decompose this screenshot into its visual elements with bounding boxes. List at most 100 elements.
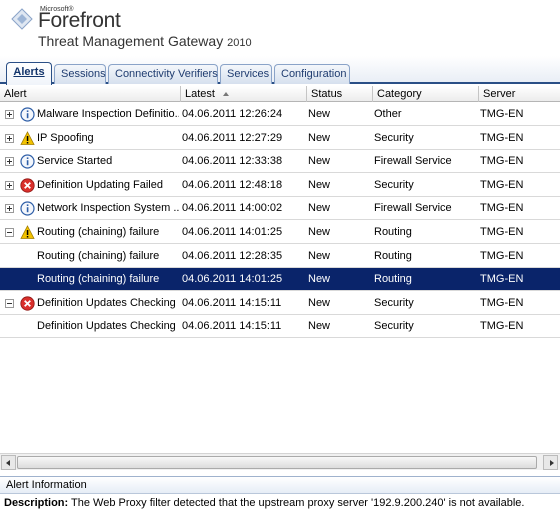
forefront-logo-icon (11, 8, 33, 30)
error-icon (20, 178, 35, 193)
cell-server: TMG-EN (480, 178, 524, 191)
tab-sessions[interactable]: Sessions (54, 64, 106, 84)
cell-server: TMG-EN (480, 108, 524, 120)
alert-row[interactable]: Definition Updates Checking ... 04.06.201… (0, 315, 560, 339)
column-header-alert[interactable]: Alert (0, 86, 181, 102)
cell-server: TMG-EN (480, 296, 524, 309)
cell-status: New (308, 178, 331, 191)
alert-information-title: Alert Information (0, 477, 560, 494)
cell-alert: IP Spoofing (37, 131, 94, 144)
arrow-right-icon (550, 460, 554, 466)
product-subtitle-text: Threat Management Gateway (38, 33, 224, 49)
warning-icon (20, 130, 35, 145)
scroll-right-button[interactable] (543, 455, 558, 470)
cell-alert: Routing (chaining) failure (37, 226, 160, 238)
grid-header: Alert Latest Status Category Server (0, 86, 560, 102)
cell-latest: 04.06.2011 14:01:25 (182, 273, 283, 286)
cell-alert: Definition Updates Checking ... (37, 320, 179, 333)
tab-connectivity-verifiers[interactable]: Connectivity Verifiers (108, 64, 218, 84)
cell-server: TMG-EN (480, 155, 524, 168)
cell-latest: 04.06.2011 12:27:29 (182, 131, 283, 144)
cell-alert: Network Inspection System ... (37, 202, 179, 215)
cell-category: Security (374, 320, 414, 333)
alert-row[interactable]: Routing (chaining) failure 04.06.2011 12:… (0, 245, 560, 268)
cell-status: New (308, 131, 331, 144)
tab-configuration[interactable]: Configuration (274, 64, 350, 84)
alert-description: Description: The Web Proxy filter detect… (4, 497, 524, 509)
column-header-latest[interactable]: Latest (181, 86, 307, 102)
alert-row-selected[interactable]: Routing (chaining) failure 04.06.2011 14:… (0, 268, 560, 292)
product-subtitle: Threat Management Gateway 2010 (38, 33, 252, 49)
column-header-latest-label: Latest (185, 88, 215, 100)
cell-server: TMG-EN (480, 131, 524, 144)
column-header-server[interactable]: Server (479, 86, 560, 102)
error-icon (20, 296, 35, 311)
collapse-icon[interactable] (5, 228, 14, 237)
cell-alert: Routing (chaining) failure (37, 249, 160, 262)
cell-alert: Definition Updating Failed (37, 178, 163, 191)
sort-ascending-icon (222, 92, 229, 96)
product-year: 2010 (227, 37, 252, 49)
product-name: Forefront (38, 9, 121, 32)
cell-category: Routing (374, 249, 412, 262)
horizontal-scrollbar[interactable] (0, 453, 560, 470)
info-icon (20, 107, 35, 122)
expand-icon[interactable] (5, 110, 14, 119)
alert-row[interactable]: Service Started 04.06.2011 12:33:38 New Fir… (0, 150, 560, 174)
cell-alert: Routing (chaining) failure (37, 273, 160, 286)
cell-category: Other (374, 108, 402, 120)
alert-row[interactable]: Routing (chaining) failure 04.06.2011 14:… (0, 221, 560, 244)
cell-category: Firewall Service (374, 202, 452, 215)
cell-server: TMG-EN (480, 202, 524, 215)
cell-status: New (308, 249, 331, 262)
cell-latest: 04.06.2011 12:26:24 (182, 108, 283, 120)
scrollbar-thumb[interactable] (17, 456, 537, 469)
cell-latest: 04.06.2011 14:15:11 (182, 320, 282, 333)
cell-server: TMG-EN (480, 249, 524, 262)
info-icon (20, 201, 35, 216)
cell-alert: Malware Inspection Definitio... (37, 108, 179, 120)
arrow-left-icon (6, 460, 10, 466)
dashboard-tabs: Alerts Sessions Connectivity Verifiers S… (0, 56, 560, 85)
alert-row[interactable]: Malware Inspection Definitio... 04.06.201… (0, 103, 560, 126)
alert-information-pane: Alert Information Description: The Web P… (0, 476, 560, 520)
description-label: Description: (4, 497, 69, 509)
column-header-category[interactable]: Category (373, 86, 479, 102)
alert-row[interactable]: Definition Updating Failed 04.06.2011 12:… (0, 174, 560, 197)
cell-status: New (308, 108, 331, 120)
cell-status: New (308, 273, 331, 286)
cell-category: Security (374, 178, 414, 191)
cell-status: New (308, 296, 331, 309)
cell-latest: 04.06.2011 12:33:38 (182, 155, 283, 168)
description-text: The Web Proxy filter detected that the u… (68, 497, 525, 509)
scroll-left-button[interactable] (1, 455, 16, 470)
alert-row[interactable]: Network Inspection System ... 04.06.2011 … (0, 197, 560, 221)
cell-status: New (308, 202, 331, 215)
alert-row[interactable]: Definition Updates Checking ... 04.06.201… (0, 292, 560, 315)
cell-latest: 04.06.2011 14:00:02 (182, 202, 283, 215)
cell-latest: 04.06.2011 12:48:18 (182, 178, 283, 191)
cell-server: TMG-EN (480, 320, 524, 333)
expand-icon[interactable] (5, 157, 14, 167)
expand-icon[interactable] (5, 133, 14, 143)
cell-latest: 04.06.2011 14:15:11 (182, 296, 282, 309)
alert-row[interactable]: IP Spoofing 04.06.2011 12:27:29 New Securit… (0, 127, 560, 150)
cell-latest: 04.06.2011 12:28:35 (182, 249, 283, 262)
collapse-icon[interactable] (5, 298, 14, 308)
alerts-grid: Alert Latest Status Category Server Malw… (0, 86, 560, 453)
warning-icon (20, 225, 35, 239)
cell-category: Routing (374, 226, 412, 238)
cell-alert: Definition Updates Checking ... (37, 296, 179, 309)
cell-status: New (308, 320, 331, 333)
cell-latest: 04.06.2011 14:01:25 (182, 226, 283, 238)
tab-alerts[interactable]: Alerts (6, 62, 52, 85)
expand-icon[interactable] (5, 180, 14, 190)
cell-alert: Service Started (37, 155, 113, 168)
tab-services[interactable]: Services (220, 64, 272, 84)
info-icon (20, 154, 35, 169)
cell-server: TMG-EN (480, 273, 524, 286)
cell-category: Routing (374, 273, 412, 286)
expand-icon[interactable] (5, 204, 14, 214)
column-header-status[interactable]: Status (307, 86, 373, 102)
cell-category: Security (374, 131, 414, 144)
